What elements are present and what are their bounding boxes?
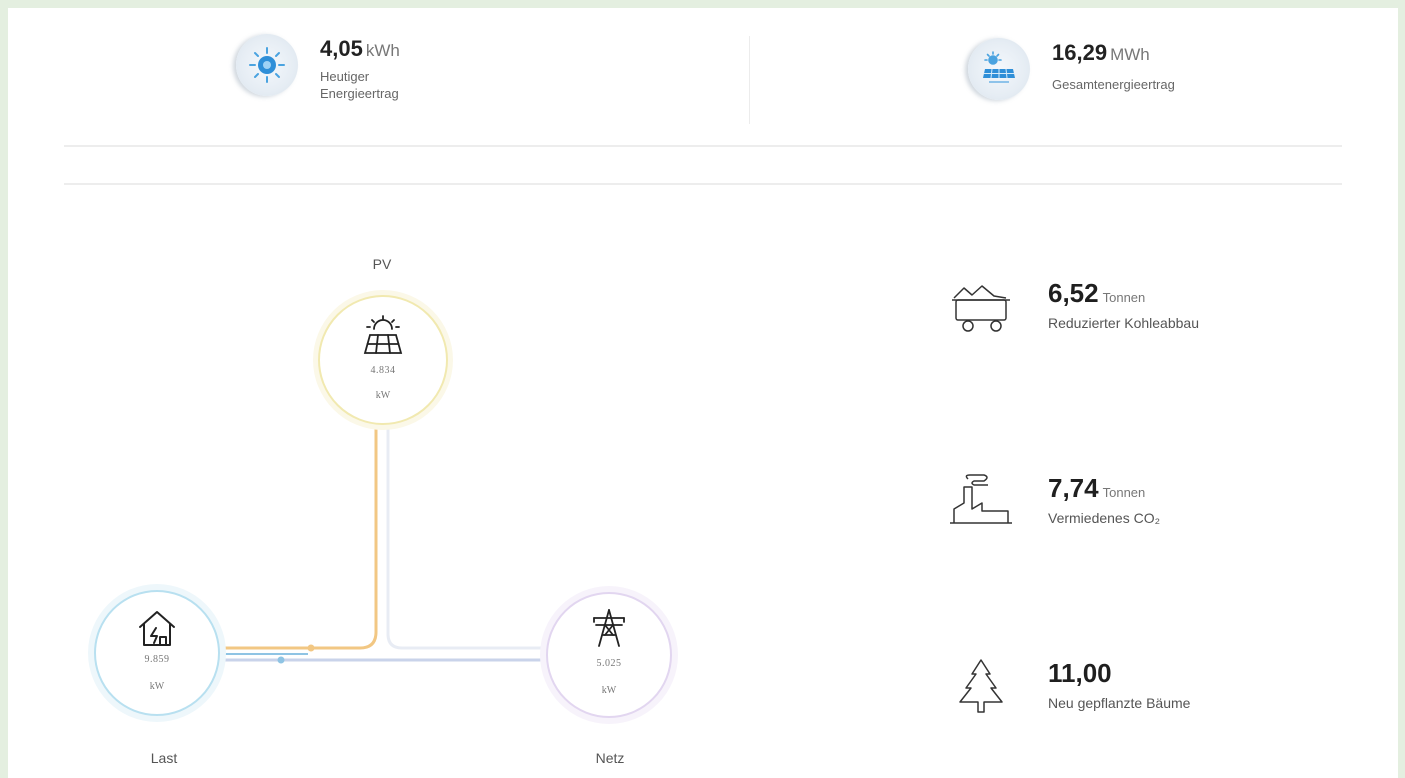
total-yield-unit: MWh xyxy=(1110,45,1150,64)
pv-flow-dot xyxy=(307,644,315,652)
coal-cart-icon xyxy=(952,285,1010,332)
grid-node[interactable]: 5.025 kW xyxy=(546,592,672,718)
energy-dashboard-card: 4,05 kWh Heutiger Energieertrag 16,29 MW… xyxy=(8,8,1398,778)
pv-node[interactable]: 4.834 kW xyxy=(318,295,448,425)
trees-planted-value: 11,00 xyxy=(1048,658,1112,688)
total-yield-value: 16,29 xyxy=(1052,40,1108,65)
total-yield-label: Gesamtenergieertrag xyxy=(1052,77,1175,92)
tree-icon xyxy=(959,659,1003,713)
pv-label: PV xyxy=(372,256,392,272)
co2-avoided-value: 7,74 xyxy=(1048,473,1099,503)
grid-value: 5.025 xyxy=(596,658,622,669)
coal-saved-unit: Tonnen xyxy=(1102,290,1146,305)
load-label: Last xyxy=(150,750,178,766)
trees-planted-stat: 11,00 Neu gepflanzte Bäume xyxy=(950,658,1190,714)
load-node[interactable]: 9.859 kW xyxy=(94,590,220,716)
load-value: 9.859 xyxy=(144,654,170,665)
house-bolt-icon xyxy=(139,611,175,646)
co2-avoided-label: Vermiedenes CO₂ xyxy=(1048,510,1161,526)
pv-unit: kW xyxy=(375,390,391,401)
co2-avoided-unit: Tonnen xyxy=(1102,485,1146,500)
pv-to-grid-line xyxy=(386,428,548,650)
factory-icon xyxy=(950,474,1012,524)
solar-panel-icon xyxy=(363,315,403,354)
pv-to-load-line xyxy=(218,428,378,650)
coal-saved-label: Reduzierter Kohleabbau xyxy=(1048,315,1199,331)
coal-saved-value: 6,52 xyxy=(1048,278,1099,308)
transmission-tower-icon xyxy=(593,609,625,647)
trees-planted-label: Neu gepflanzte Bäume xyxy=(1048,695,1191,711)
grid-unit: kW xyxy=(601,685,617,696)
coal-saved-stat: 6,52 Tonnen Reduzierter Kohleabbau xyxy=(950,278,1199,334)
stat-divider xyxy=(749,36,750,124)
load-unit: kW xyxy=(149,681,165,692)
pv-value: 4.834 xyxy=(370,365,396,376)
total-yield-stat: 16,29 MWh Gesamtenergieertrag xyxy=(968,38,1175,100)
co2-avoided-stat: 7,74 Tonnen Vermiedenes CO₂ xyxy=(950,473,1160,529)
grid-label: Netz xyxy=(595,750,625,766)
solar-panel-icon xyxy=(968,38,1030,100)
grid-flow-dot xyxy=(277,656,285,664)
